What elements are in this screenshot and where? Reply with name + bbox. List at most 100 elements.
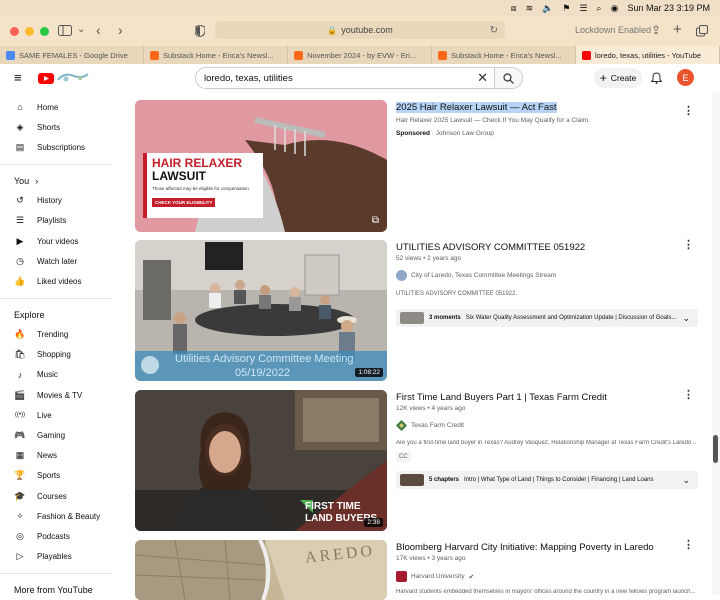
channel-name[interactable]: Texas Farm Credit [411,422,464,429]
channel-row-2[interactable]: City of Laredo, Texas Committee Meetings… [396,270,556,281]
chapter-thumbnail [400,474,424,486]
scrollbar-thumb[interactable] [713,435,718,463]
you-heading[interactable]: You › [0,171,120,191]
video-title-2[interactable]: UTILITIES ADVISORY COMMITTEE 051922 [396,242,585,253]
sidebar-item-playables[interactable]: ▷ Playables [0,547,120,567]
tab-3[interactable]: November 2024 - by EVW - Eri... [288,46,432,64]
chevron-down-icon[interactable]: ⌄ [77,24,85,35]
video-thumbnail-2[interactable]: Utilities Advisory Committee Meeting 05/… [135,240,387,381]
avatar[interactable]: E [677,69,694,86]
sidebar-item-shorts[interactable]: ◈ Shorts [0,117,120,137]
moments-row[interactable]: 3 moments Six Water Quality Assessment a… [396,309,698,327]
sidebar-item-movies-tv[interactable]: 🎬 Movies & TV [0,385,120,405]
sidebar-item-fashion-beauty[interactable]: ✧ Fashion & Beauty [0,506,120,526]
sidebar-toggle-icon[interactable] [58,25,72,36]
sidebar-item-courses[interactable]: 🎓 Courses [0,486,120,506]
chevron-down-icon[interactable]: ⌄ [682,475,690,486]
zoom-window-button[interactable] [40,26,49,36]
tab-favicon-icon [150,50,159,60]
privacy-shield-icon[interactable] [195,25,205,37]
dropbox-icon[interactable]: ⧈ [511,3,517,14]
address-bar[interactable]: 🔒 youtube.com ↻ [215,21,505,39]
volume-icon[interactable]: 🔈 [542,3,553,14]
video-title-1[interactable]: 2025 Hair Relaxer Lawsuit — Act Fast [396,102,557,113]
reload-icon[interactable]: ↻ [490,25,498,36]
search-spotlight-icon[interactable]: ⌕ [597,3,602,14]
sidebar-item-label: Shopping [37,350,71,360]
control-center-icon[interactable]: ☰ [579,3,587,14]
channel-name[interactable]: City of Laredo, Texas Committee Meetings… [411,272,556,279]
sidebar-item-gaming[interactable]: 🎮 Gaming [0,425,120,445]
scrollbar[interactable] [712,92,720,595]
wifi-icon[interactable]: ≋ [526,3,534,14]
sidebar-item-label: News [37,451,58,461]
sidebar-item-home[interactable]: ⌂ Home [0,97,120,117]
tab-overview-icon[interactable] [696,25,708,37]
channel-row-3[interactable]: Texas Farm Credit [396,420,464,431]
duration-badge: 2:38 [364,518,383,527]
more-actions-icon[interactable]: ⋮ [683,104,694,117]
sidebar-item-liked-videos[interactable]: 👍 Liked videos [0,271,120,291]
sidebar-item-trending[interactable]: 🔥 Trending [0,325,120,345]
channel-avatar[interactable] [396,571,407,582]
clear-search-icon[interactable]: ✕ [477,70,488,86]
hamburger-menu-icon[interactable]: ≡ [14,70,22,85]
minimize-window-button[interactable] [25,26,34,36]
verified-icon: ✔ [468,573,475,581]
sidebar-item-subscriptions[interactable]: ▤ Subscriptions [0,137,120,157]
external-link-icon[interactable]: ⧉ [372,215,379,226]
create-label: Create [610,73,637,83]
sidebar-item-music[interactable]: ♪ Music [0,365,120,385]
channel-name[interactable]: Harvard University [411,573,464,580]
tab-strip: SAME FEMALES - Google Drive Substack Home… [0,46,720,64]
channel-avatar[interactable] [396,270,407,281]
more-actions-icon[interactable]: ⋮ [683,388,694,401]
video-title-3[interactable]: First Time Land Buyers Part 1 | Texas Fa… [396,392,607,403]
tab-5[interactable]: loredo, texas, utilities - YouTube [576,46,720,64]
ad-thumbnail[interactable]: HAIR RELAXER LAWSUIT Those affected may … [135,100,387,232]
tab-4[interactable]: Substack Home - Erica's Newsl... [432,46,576,64]
share-icon[interactable]: ⇪ [651,23,661,37]
tab-1[interactable]: SAME FEMALES - Google Drive [0,46,144,64]
duration-badge: 1:08:22 [355,368,383,377]
siri-icon[interactable]: ◉ [611,3,619,14]
new-tab-icon[interactable]: + [673,21,682,38]
sidebar-item-shopping[interactable]: 🛍 Shopping [0,345,120,365]
sidebar-item-watch-later[interactable]: ◷ Watch later [0,251,120,271]
tab-label: Substack Home - Erica's Newsl... [451,50,562,60]
video-thumbnail-3[interactable]: FIRST TIME LAND BUYERS 2:38 [135,390,387,531]
flag-icon[interactable]: ⚑ [562,3,570,14]
clock-text[interactable]: Sun Mar 23 3:19 PM [627,3,710,13]
youtube-header: ≡ loredo, texas, utilities ✕ + Create E [0,64,720,92]
video-title-4[interactable]: Bloomberg Harvard City Initiative: Mappi… [396,542,654,553]
chapters-row[interactable]: 5 chapters Intro | What Type of Land | T… [396,471,698,489]
sidebar-item-label: Movies & TV [37,390,83,400]
more-actions-icon[interactable]: ⋮ [683,238,694,251]
advertiser-name[interactable]: · Johnson Law Group [432,130,494,137]
sidebar-item-podcasts[interactable]: ◎ Podcasts [0,526,120,546]
video-thumbnail-4[interactable]: AREDO [135,540,387,600]
sidebar-item-playlists[interactable]: ☰ Playlists [0,211,120,231]
search-input[interactable]: loredo, texas, utilities ✕ [195,67,495,89]
more-actions-icon[interactable]: ⋮ [683,538,694,551]
create-button[interactable]: + Create [594,68,642,88]
close-window-button[interactable] [10,26,19,36]
sidebar-item-your-videos[interactable]: ▶ Your videos [0,231,120,251]
sidebar-item-live[interactable]: ((•)) Live [0,405,120,425]
explore-heading: Explore [14,309,45,320]
url-text: youtube.com [341,25,393,35]
sidebar-item-sports[interactable]: 🏆 Sports [0,466,120,486]
lock-icon: 🔒 [327,25,338,35]
notifications-bell-icon[interactable] [651,72,662,84]
channel-row-4[interactable]: Harvard University ✔ [396,571,474,582]
overlay-line-1: FIRST TIME [305,501,361,512]
search-button[interactable] [495,67,523,89]
back-icon[interactable]: ‹ [96,22,101,38]
youtube-logo[interactable] [38,72,90,84]
tab-2[interactable]: Substack Home - Erica's Newsl... [144,46,288,64]
sidebar-item-history[interactable]: ↺ History [0,191,120,211]
forward-icon[interactable]: › [118,22,123,38]
chevron-down-icon[interactable]: ⌄ [682,313,690,324]
channel-avatar[interactable] [396,420,407,431]
sidebar-item-news[interactable]: ▦ News [0,446,120,466]
